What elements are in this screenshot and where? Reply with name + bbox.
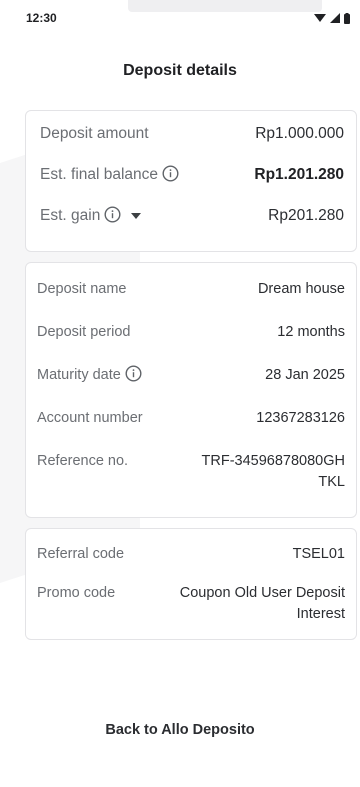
status-time: 12:30 xyxy=(26,11,57,25)
promo-code-row: Promo code Coupon Old User Deposit Inter… xyxy=(37,583,345,625)
deposit-name-row: Deposit name Dream house xyxy=(37,279,345,300)
back-to-allo-deposito-button[interactable]: Back to Allo Deposito xyxy=(0,722,360,738)
codes-card: Referral code TSEL01 Promo code Coupon O… xyxy=(25,528,357,640)
reference-value-line2: TKL xyxy=(318,474,345,490)
battery-icon xyxy=(344,12,350,24)
account-number-row: Account number 12367283126 xyxy=(37,408,345,429)
deposit-details-card: Deposit name Dream house Deposit period … xyxy=(25,262,357,518)
caret-down-icon[interactable] xyxy=(131,213,142,219)
signal-icon xyxy=(330,13,340,23)
maturity-date-label: Maturity date xyxy=(37,367,121,383)
reference-row: Reference no. TRF-34596878080GH TKL xyxy=(37,451,345,493)
promo-code-value-line2: Interest xyxy=(296,606,345,622)
est-gain-value: Rp201.280 xyxy=(268,207,344,224)
summary-card: Deposit amount Rp1.000.000 Est. final ba… xyxy=(25,110,357,252)
deposit-amount-value: Rp1.000.000 xyxy=(255,125,344,142)
info-icon[interactable] xyxy=(125,365,142,382)
deposit-period-value: 12 months xyxy=(277,324,345,340)
maturity-date-label-group: Maturity date xyxy=(37,365,142,386)
info-icon[interactable] xyxy=(162,165,179,182)
referral-code-label: Referral code xyxy=(37,546,125,562)
referral-code-row: Referral code TSEL01 xyxy=(37,544,345,565)
reference-value: TRF-34596878080GH TKL xyxy=(202,451,345,493)
est-gain-label: Est. gain xyxy=(40,207,101,224)
account-number-label: Account number xyxy=(37,410,143,426)
promo-code-label: Promo code xyxy=(37,585,116,601)
account-number-value: 12367283126 xyxy=(256,410,345,426)
promo-code-value-line1: Coupon Old User Deposit xyxy=(179,585,345,601)
final-balance-value: Rp1.201.280 xyxy=(254,166,344,183)
reference-value-line1: TRF-34596878080GH xyxy=(201,453,345,469)
deposit-period-label: Deposit period xyxy=(37,324,131,340)
est-gain-row[interactable]: Est. gain Rp201.280 xyxy=(40,205,344,226)
reference-label: Reference no. xyxy=(37,453,129,469)
page-title: Deposit details xyxy=(123,62,237,79)
deposit-name-value: Dream house xyxy=(257,281,345,297)
deposit-amount-label: Deposit amount xyxy=(40,125,149,142)
status-icons xyxy=(314,12,350,24)
promo-code-value: Coupon Old User Deposit Interest xyxy=(180,583,345,625)
final-balance-row: Est. final balance Rp1.201.280 xyxy=(40,164,344,185)
referral-code-value: TSEL01 xyxy=(292,546,345,562)
deposit-amount-row: Deposit amount Rp1.000.000 xyxy=(40,123,344,144)
info-icon[interactable] xyxy=(104,206,121,223)
est-gain-label-group: Est. gain xyxy=(40,205,142,226)
maturity-date-value: 28 Jan 2025 xyxy=(265,367,345,383)
final-balance-label-group: Est. final balance xyxy=(40,164,179,185)
status-bar: 12:30 xyxy=(0,0,360,36)
deposit-name-label: Deposit name xyxy=(37,281,127,297)
maturity-date-row: Maturity date 28 Jan 2025 xyxy=(37,365,345,386)
final-balance-label: Est. final balance xyxy=(40,166,159,183)
wifi-icon xyxy=(314,14,326,22)
deposit-period-row: Deposit period 12 months xyxy=(37,322,345,343)
